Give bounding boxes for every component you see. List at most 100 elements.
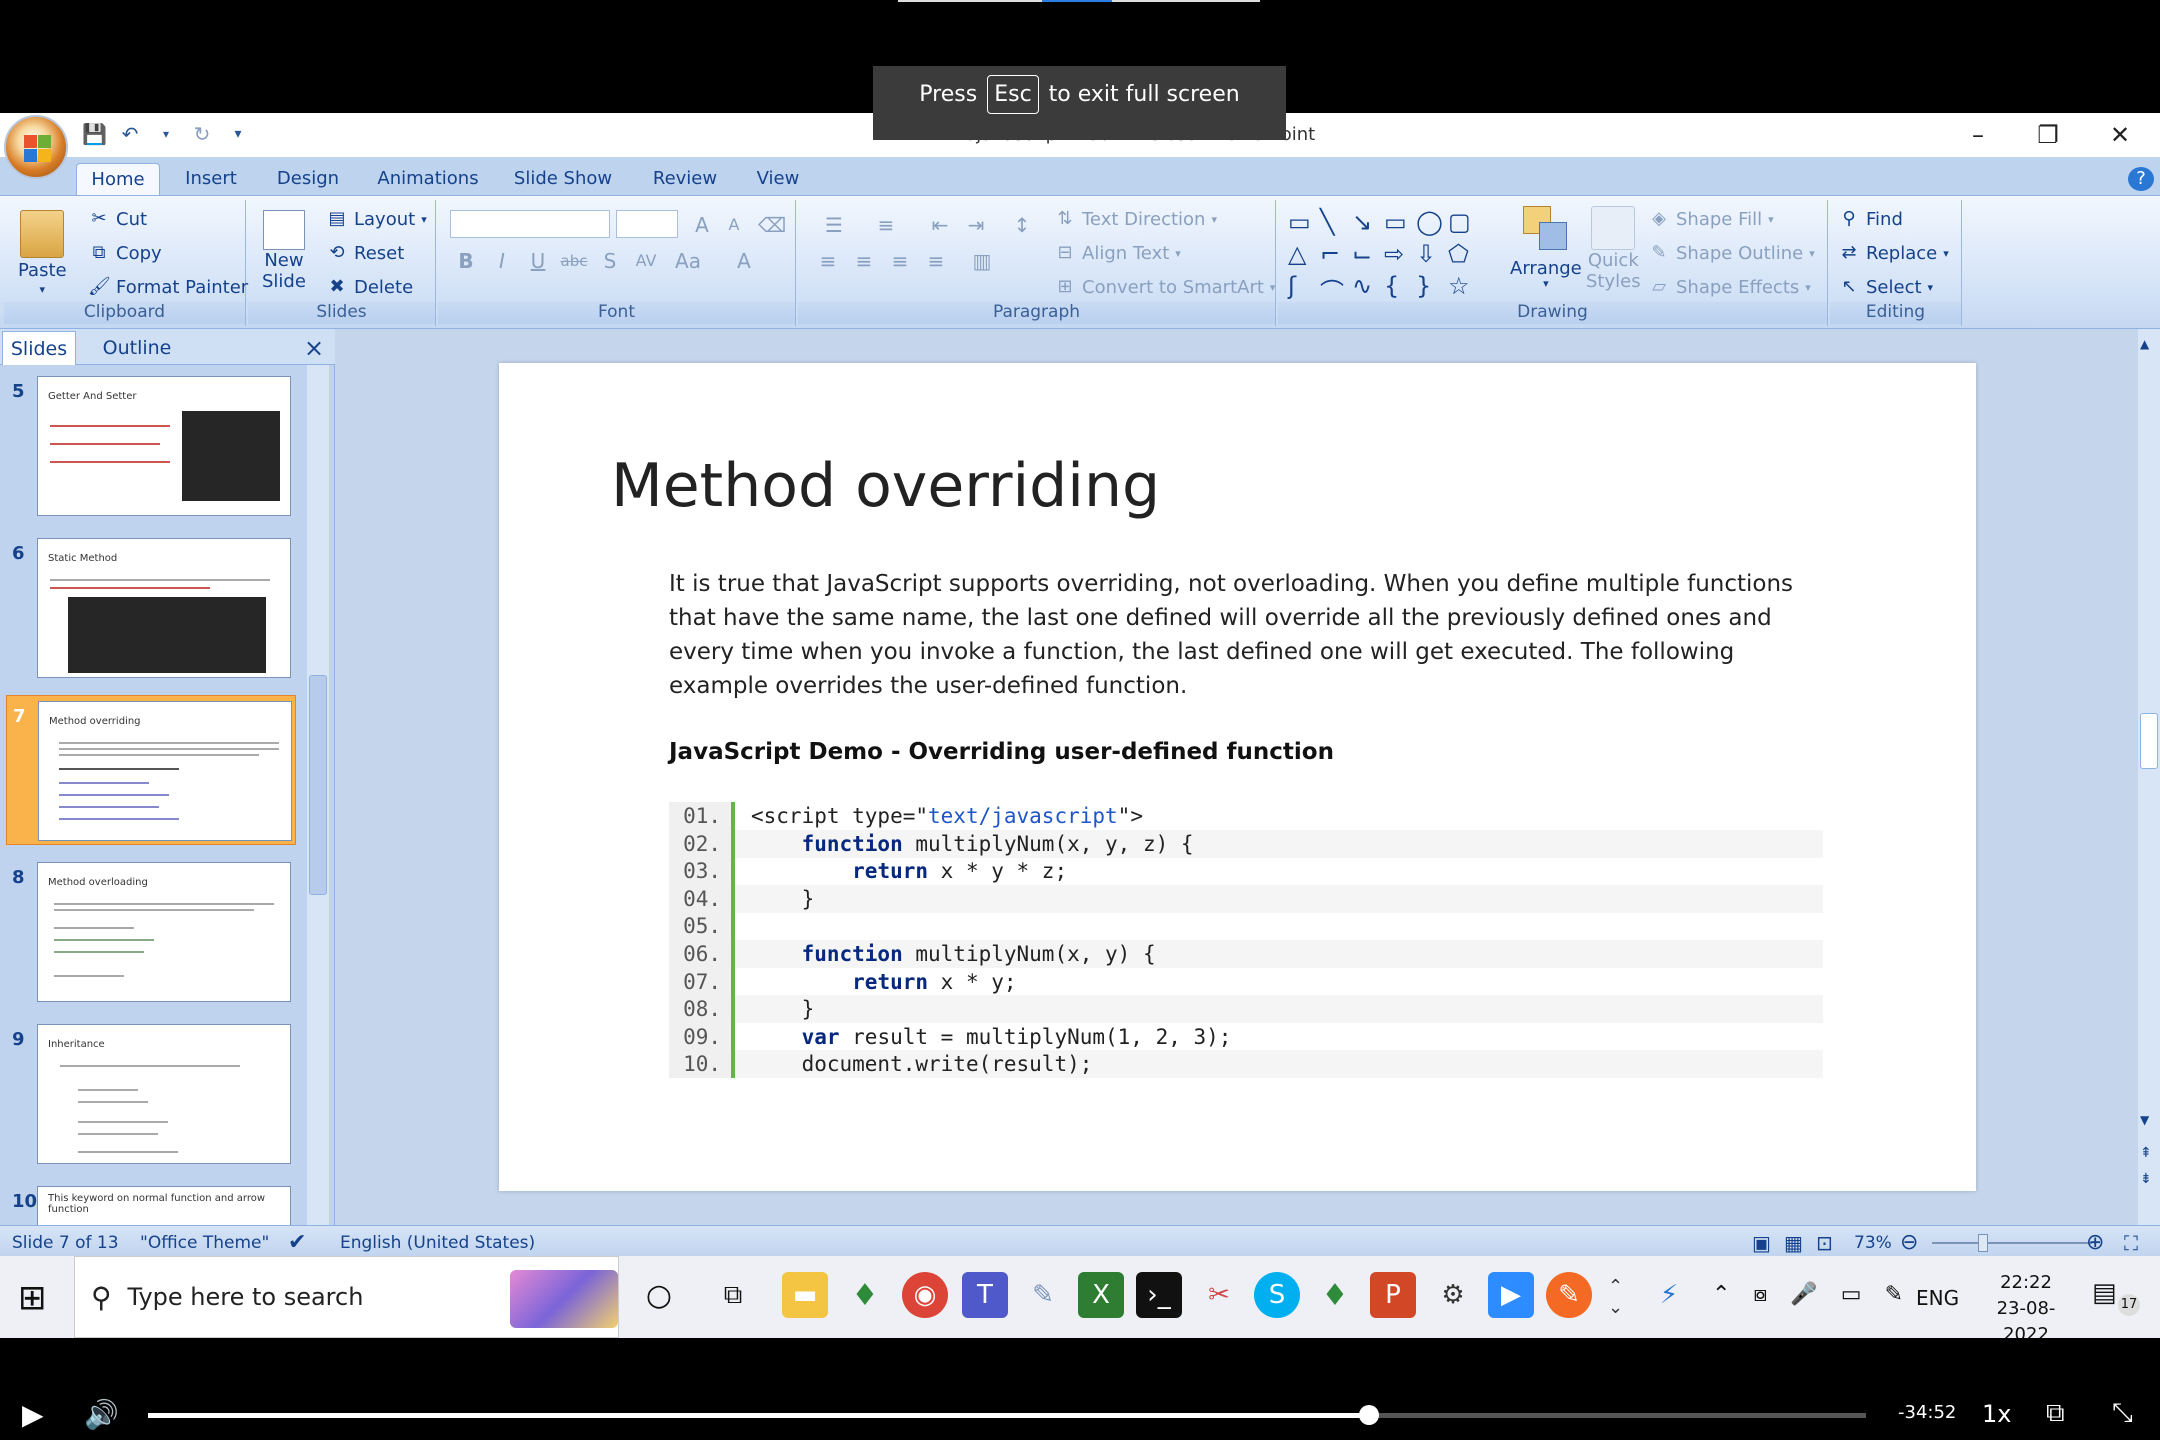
tab-insert[interactable]: Insert	[176, 163, 246, 195]
quick-styles-button[interactable]: Quick Styles	[1586, 206, 1641, 292]
scroll-down-icon[interactable]: ▼	[2140, 1113, 2149, 1127]
tab-slide-show[interactable]: Slide Show	[508, 163, 618, 195]
volume-icon[interactable]: 🔊	[84, 1398, 119, 1431]
slides-panel-scrollbar[interactable]	[307, 365, 329, 1225]
panel-close-icon[interactable]: ×	[300, 331, 328, 365]
zoom-in-icon[interactable]: ⊕	[2086, 1226, 2104, 1260]
align-right-icon[interactable]: ≡	[884, 246, 916, 274]
copy-button[interactable]: ⧉ Copy	[88, 242, 162, 264]
slide-thumbnail-10[interactable]: 10 This keyword on normal function and a…	[6, 1181, 296, 1225]
slide-thumbnail-6[interactable]: 6 Static Method	[6, 533, 296, 683]
notifications-icon[interactable]: ▤	[2092, 1278, 2117, 1308]
slide-body-text[interactable]: It is true that JavaScript supports over…	[669, 567, 1819, 703]
tab-animations[interactable]: Animations	[372, 163, 484, 195]
grow-font-icon[interactable]: A	[686, 210, 718, 238]
playback-speed[interactable]: 1x	[1982, 1400, 2011, 1428]
columns-icon[interactable]: ▥	[960, 246, 1004, 274]
shapes-gallery[interactable]: ▭ ╲ ↘ ▭ ◯ ▢ △ ⌐ ⌙ ⇨ ⇩ ⬠ ʃ ⌒ ∿{} ☆	[1288, 208, 1494, 306]
format-painter-button[interactable]: 🖌 Format Painter	[88, 276, 248, 298]
decrease-indent-icon[interactable]: ⇤	[924, 210, 956, 238]
textbox-shape-icon[interactable]: ▭	[1288, 208, 1320, 236]
undo-dropdown-icon[interactable]: ▾	[154, 122, 178, 146]
spellcheck-icon[interactable]: ✔	[288, 1226, 306, 1260]
mongodb-icon[interactable]: ♦	[842, 1272, 888, 1318]
pentagon-shape-icon[interactable]: ⬠	[1448, 240, 1480, 268]
font-name-field[interactable]	[450, 210, 610, 238]
paste-button[interactable]: Paste ▾	[18, 210, 67, 296]
convert-smartart-button[interactable]: ⊞ Convert to SmartArt ▾	[1054, 276, 1275, 298]
arrow-line-shape-icon[interactable]: ↘	[1352, 208, 1384, 236]
find-button[interactable]: ⚲ Find	[1838, 208, 1902, 230]
input-language[interactable]: ENG	[1916, 1286, 1959, 1310]
font-color-button[interactable]: A	[728, 246, 760, 274]
terminal-icon[interactable]: ›_	[1136, 1272, 1182, 1318]
powerpoint-taskbar-icon[interactable]: P	[1370, 1272, 1416, 1318]
slide-show-view-icon[interactable]: ⊡	[1816, 1226, 1833, 1260]
zoom-out-icon[interactable]: ⊖	[1900, 1226, 1918, 1260]
picture-in-picture-icon[interactable]: ⧉	[2046, 1398, 2065, 1429]
justify-icon[interactable]: ≡	[920, 246, 952, 274]
elbow-connector-icon[interactable]: ⌐	[1320, 240, 1352, 268]
slide-thumbnail-7[interactable]: 7 Method overriding	[6, 695, 296, 845]
tab-review[interactable]: Review	[640, 163, 730, 195]
settings-icon[interactable]: ⚙	[1430, 1272, 1476, 1318]
paint-icon[interactable]: ✎	[1020, 1272, 1066, 1318]
play-icon[interactable]: ▶	[22, 1398, 44, 1431]
chrome-icon[interactable]: ◉	[902, 1272, 948, 1318]
system-tray-icons[interactable]: ⌃ ⧇ 🎤 ▭ ✎	[1712, 1282, 1911, 1307]
strikethrough-button[interactable]: abc	[558, 246, 590, 274]
cut-button[interactable]: ✂ Cut	[88, 208, 147, 230]
editor-scroll-thumb[interactable]	[2140, 713, 2158, 769]
normal-view-icon[interactable]: ▣	[1752, 1226, 1771, 1260]
tab-slides[interactable]: Slides	[2, 331, 76, 365]
shape-effects-button[interactable]: ▱ Shape Effects ▾	[1648, 276, 1811, 298]
zoom-slider[interactable]	[1932, 1242, 2092, 1244]
exit-fullscreen-icon[interactable]: ⤡	[2112, 1398, 2133, 1429]
reset-button[interactable]: ⟲ Reset	[326, 242, 404, 264]
file-explorer-icon[interactable]: ▬	[782, 1272, 828, 1318]
save-icon[interactable]: 💾	[82, 122, 107, 146]
shape-fill-button[interactable]: ◈ Shape Fill ▾	[1648, 208, 1774, 230]
editor-app-icon[interactable]: ✎	[1546, 1272, 1592, 1318]
restore-button[interactable]: ❐	[2012, 113, 2084, 157]
text-direction-button[interactable]: ⇅ Text Direction ▾	[1054, 208, 1217, 230]
windows-start-icon[interactable]: ⊞	[18, 1278, 47, 1318]
taskbar-overflow-icon[interactable]: ⌃ ⌄	[1608, 1276, 1623, 1318]
increase-indent-icon[interactable]: ⇥	[960, 210, 992, 238]
slides-panel-scroll-thumb[interactable]	[309, 675, 327, 895]
replace-button[interactable]: ⇄ Replace ▾	[1838, 242, 1948, 264]
teams-icon[interactable]: T	[962, 1272, 1008, 1318]
shape-outline-button[interactable]: ✎ Shape Outline ▾	[1648, 242, 1814, 264]
zoom-level[interactable]: 73%	[1854, 1226, 1892, 1260]
help-icon[interactable]: ?	[2128, 167, 2154, 191]
slide-thumbnail-5[interactable]: 5 Getter And Setter	[6, 371, 296, 521]
previous-slide-icon[interactable]: ⇞	[2140, 1145, 2152, 1161]
mongodb-compass-icon[interactable]: ♦	[1312, 1272, 1358, 1318]
tab-home[interactable]: Home	[76, 163, 160, 195]
down-arrow-shape-icon[interactable]: ⇩	[1416, 240, 1448, 268]
numbering-icon[interactable]: ≡	[864, 210, 908, 238]
right-arrow-shape-icon[interactable]: ⇨	[1384, 240, 1416, 268]
line-shape-icon[interactable]: ╲	[1320, 208, 1352, 236]
align-text-button[interactable]: ⊟ Align Text ▾	[1054, 242, 1180, 264]
underline-button[interactable]: U	[522, 246, 554, 274]
skype-icon[interactable]: S	[1254, 1272, 1300, 1318]
slide-title[interactable]: Method overriding	[611, 451, 1160, 521]
arrange-button[interactable]: Arrange ▾	[1510, 206, 1582, 290]
redo-icon[interactable]: ↻	[190, 122, 214, 146]
bullets-icon[interactable]: ☰	[812, 210, 856, 238]
slide-thumbnail-8[interactable]: 8 Method overloading	[6, 857, 296, 1007]
rounded-rect-shape-icon[interactable]: ▢	[1448, 208, 1480, 236]
close-button[interactable]: ✕	[2084, 113, 2156, 157]
office-button[interactable]	[4, 115, 68, 179]
tab-design[interactable]: Design	[268, 163, 348, 195]
scroll-up-icon[interactable]: ▲	[2140, 337, 2149, 351]
slide-canvas[interactable]: Method overriding It is true that JavaSc…	[499, 363, 1976, 1191]
text-shadow-button[interactable]: S	[594, 246, 626, 274]
tab-view[interactable]: View	[748, 163, 808, 195]
select-button[interactable]: ↖ Select ▾	[1838, 276, 1933, 298]
cortana-icon[interactable]: ○	[636, 1272, 682, 1318]
zoom-icon[interactable]: ▶	[1488, 1272, 1534, 1318]
layout-button[interactable]: ▤ Layout ▾	[326, 208, 426, 230]
editor-scrollbar[interactable]: ▲ ▼ ⇞ ⇟	[2138, 329, 2160, 1225]
